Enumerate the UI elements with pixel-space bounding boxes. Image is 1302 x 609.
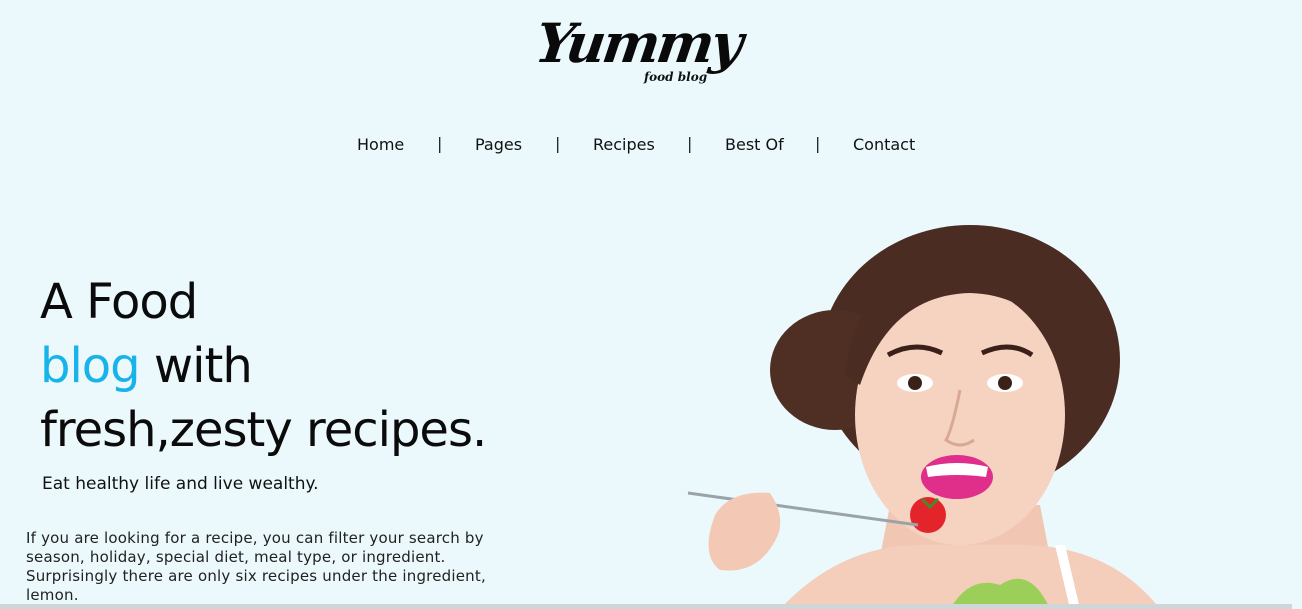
nav-item-pages[interactable]: Pages xyxy=(475,133,522,157)
nav-item-home[interactable]: Home xyxy=(357,133,404,157)
main-nav: Home | Pages | Recipes | Best Of | Conta… xyxy=(0,133,1302,157)
hero-description: If you are looking for a recipe, you can… xyxy=(26,529,486,604)
horizontal-scrollbar[interactable] xyxy=(0,604,1292,609)
logo-subtitle: food blog xyxy=(644,70,708,84)
nav-separator: | xyxy=(815,134,821,153)
nav-separator: | xyxy=(687,134,693,153)
nav-item-best-of[interactable]: Best Of xyxy=(725,133,784,157)
hero-image xyxy=(687,225,1160,609)
nav-separator: | xyxy=(437,134,443,153)
hero-title: A Food blog with fresh,zesty recipes. xyxy=(40,270,487,462)
hero-title-line2: with xyxy=(139,338,253,394)
logo-title: Yummy xyxy=(531,11,745,75)
nav-item-recipes[interactable]: Recipes xyxy=(593,133,655,157)
nav-item-contact[interactable]: Contact xyxy=(853,133,915,157)
hero-tagline: Eat healthy life and live wealthy. xyxy=(42,474,319,494)
hero-title-line1: A Food xyxy=(40,274,198,330)
site-logo[interactable]: Yummy food blog xyxy=(532,10,745,90)
nav-separator: | xyxy=(555,134,561,153)
hero-title-line3: fresh,zesty recipes. xyxy=(40,402,487,458)
hero-title-accent: blog xyxy=(40,338,141,394)
